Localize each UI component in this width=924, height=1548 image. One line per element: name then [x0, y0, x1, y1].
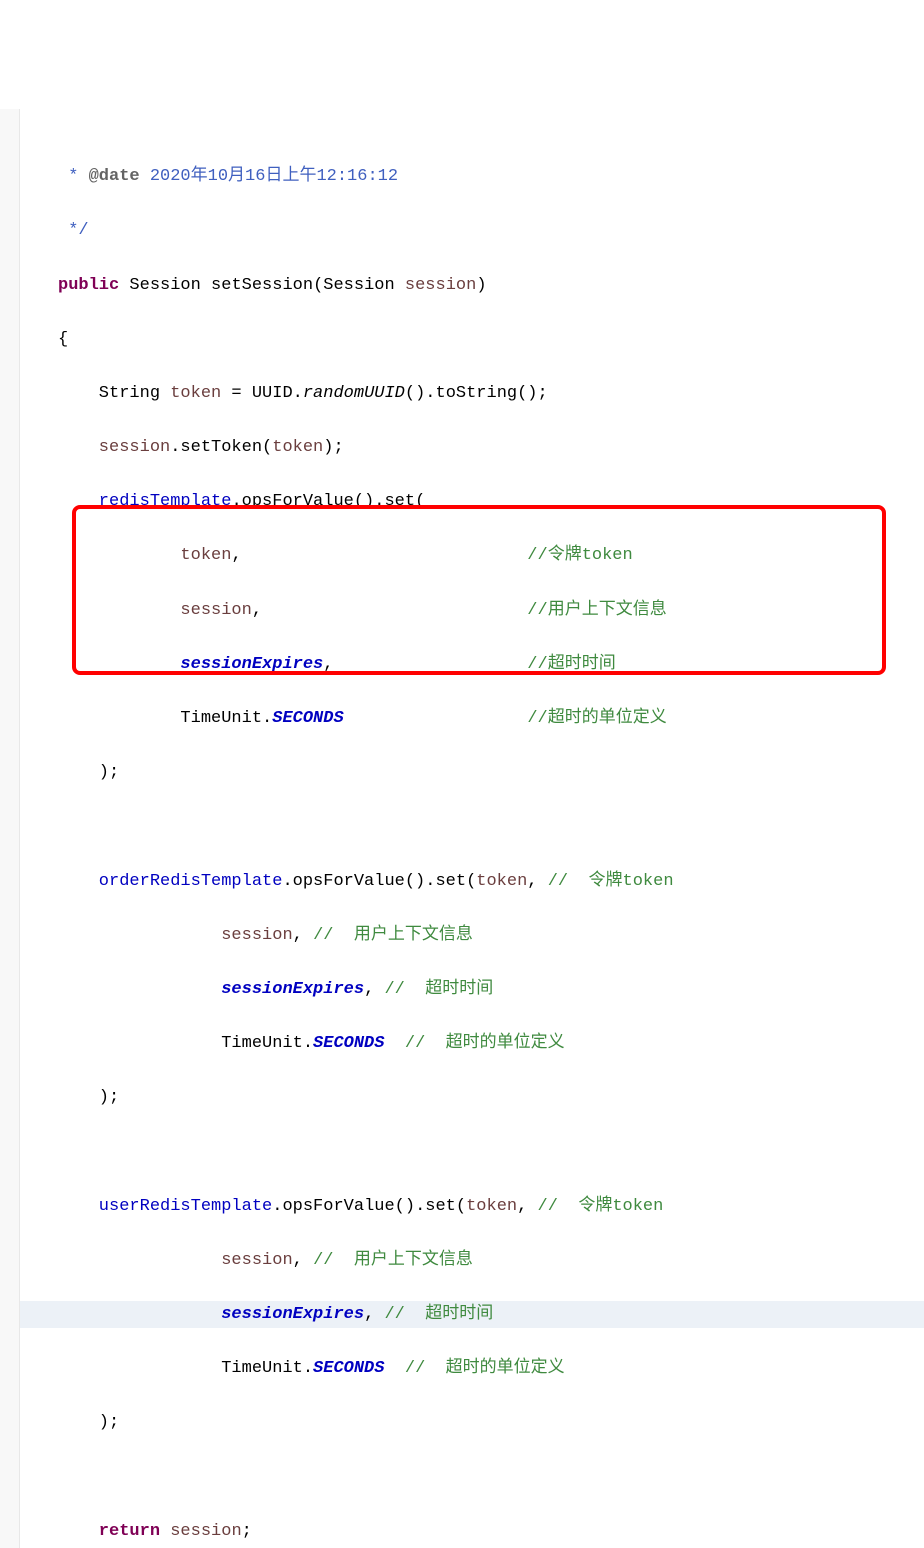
code-line: ); [20, 1084, 924, 1111]
code-line: token, //令牌token [20, 542, 924, 569]
code-line: */ [20, 217, 924, 244]
code-line [20, 813, 924, 840]
code-line: session, // 用户上下文信息 [20, 922, 924, 949]
code-line [20, 1464, 924, 1491]
code-line: { [20, 326, 924, 353]
code-line: public Session setSession(Session sessio… [20, 272, 924, 299]
code-line: ); [20, 759, 924, 786]
code-line: TimeUnit.SECONDS //超时的单位定义 [20, 705, 924, 732]
code-line [20, 1139, 924, 1166]
code-line: ); [20, 1409, 924, 1436]
code-line: sessionExpires, //超时时间 [20, 651, 924, 678]
gutter [0, 109, 20, 1548]
code-line: redisTemplate.opsForValue().set( [20, 488, 924, 515]
code-line: session, // 用户上下文信息 [20, 1247, 924, 1274]
code-line: sessionExpires, // 超时时间 [20, 976, 924, 1003]
code-line: userRedisTemplate.opsForValue().set(toke… [20, 1193, 924, 1220]
code-line: TimeUnit.SECONDS // 超时的单位定义 [20, 1355, 924, 1382]
code-line: session, //用户上下文信息 [20, 597, 924, 624]
code-line: orderRedisTemplate.opsForValue().set(tok… [20, 868, 924, 895]
code-line: String token = UUID.randomUUID().toStrin… [20, 380, 924, 407]
code-line: * @date 2020年10月16日上午12:16:12 [20, 163, 924, 190]
code-line: TimeUnit.SECONDS // 超时的单位定义 [20, 1030, 924, 1057]
code-line: return session; [20, 1518, 924, 1545]
code-line: session.setToken(token); [20, 434, 924, 461]
code-line-highlighted: sessionExpires, // 超时时间 [20, 1301, 924, 1328]
code-editor[interactable]: * @date 2020年10月16日上午12:16:12 */ public … [0, 109, 924, 1548]
